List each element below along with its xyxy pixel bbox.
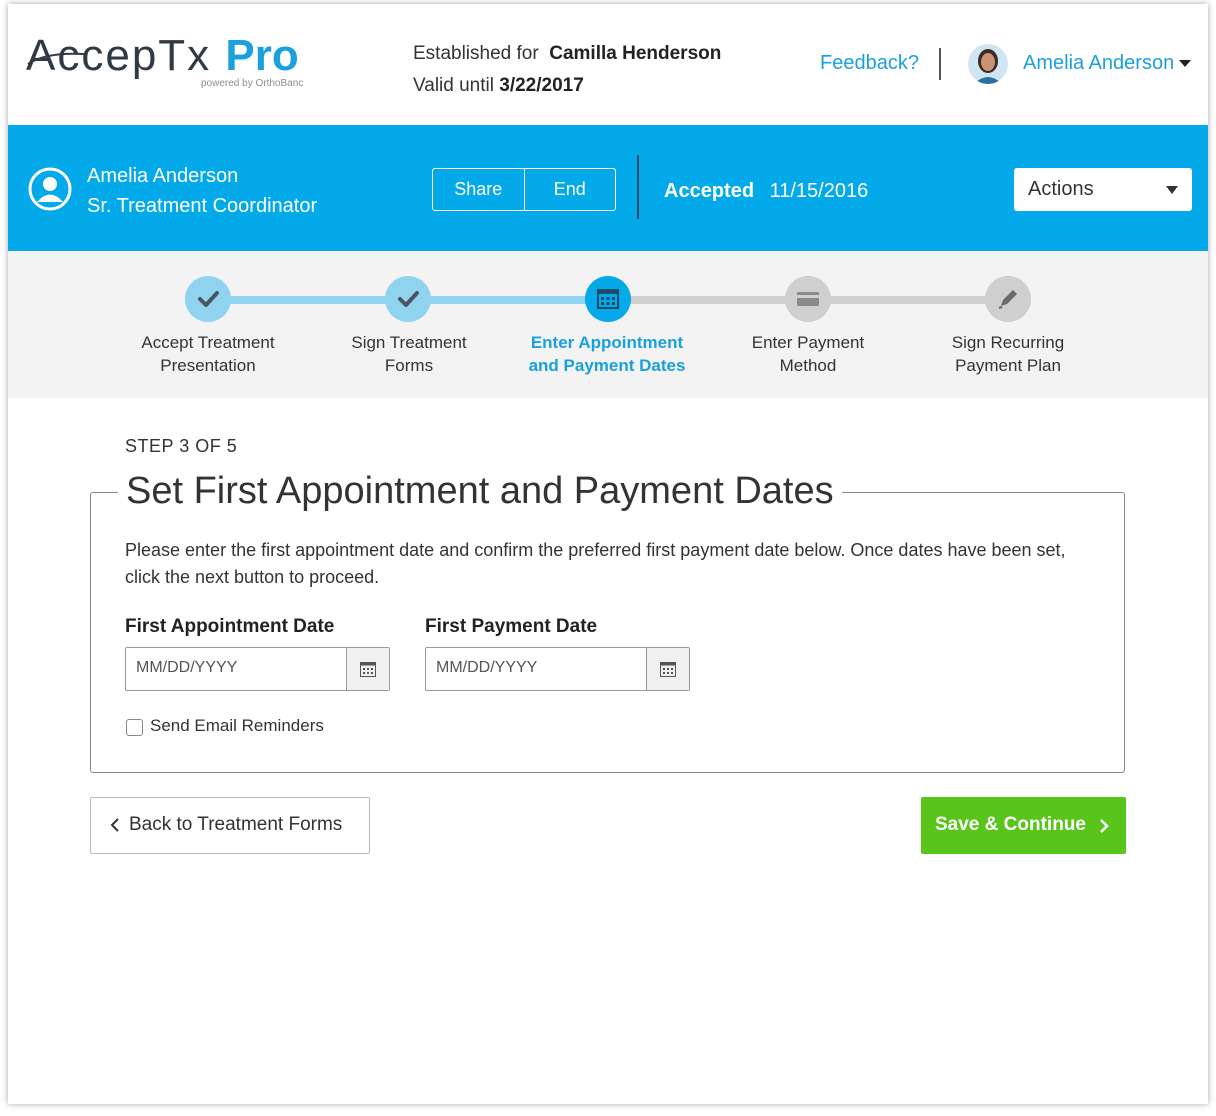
step-3-label[interactable]: Enter Appointment and Payment Dates	[507, 331, 707, 377]
established-label: Established for	[413, 43, 539, 64]
save-continue-button[interactable]: Save & Continue	[921, 797, 1126, 854]
step-5-line2: Payment Plan	[955, 356, 1061, 375]
step-3-indicator[interactable]	[585, 276, 631, 322]
patient-name: Camilla Henderson	[549, 43, 722, 64]
logo-pro: Pro	[225, 31, 299, 80]
appointment-date-input[interactable]	[126, 648, 356, 688]
actions-label: Actions	[1028, 178, 1094, 200]
presentation-bar: Amelia Anderson Sr. Treatment Coordinato…	[8, 125, 1208, 251]
step-4-line2: Method	[779, 356, 837, 375]
avatar[interactable]	[968, 44, 1008, 84]
coordinator-name: Amelia Anderson	[87, 165, 239, 187]
calendar-icon	[660, 662, 676, 677]
payment-date-label: First Payment Date	[425, 616, 598, 637]
bar-divider	[637, 155, 639, 219]
actions-dropdown[interactable]: Actions	[1014, 168, 1192, 211]
step-5-indicator[interactable]	[985, 276, 1031, 322]
step-2-line2: Forms	[384, 356, 434, 375]
back-button[interactable]: Back to Treatment Forms	[90, 797, 370, 854]
calendar-icon	[597, 289, 619, 309]
pen-icon	[998, 290, 1017, 309]
share-end-group: Share End	[432, 168, 616, 211]
payment-calendar-button[interactable]	[646, 648, 689, 690]
end-button[interactable]: End	[525, 169, 616, 210]
user-icon	[28, 167, 72, 211]
feedback-link[interactable]: Feedback?	[820, 52, 919, 75]
step-4-line1: Enter Payment	[751, 333, 865, 352]
back-button-label: Back to Treatment Forms	[129, 814, 343, 835]
step-1-line2: Presentation	[160, 356, 256, 375]
appointment-calendar-button[interactable]	[346, 648, 389, 690]
status-info: Accepted 11/15/2016	[664, 180, 868, 203]
appointment-date-label: First Appointment Date	[125, 616, 335, 637]
instructions-text: Please enter the first appointment date …	[125, 540, 1066, 587]
chevron-down-icon[interactable]	[1179, 60, 1191, 67]
valid-date: 3/22/2017	[499, 75, 584, 96]
step-4-indicator[interactable]	[785, 276, 831, 322]
coordinator-title: Sr. Treatment Coordinator	[87, 195, 318, 217]
page-title: Set First Appointment and Payment Dates	[118, 470, 842, 513]
presentation-info: Established for Camilla Henderson Valid …	[413, 38, 721, 102]
email-reminders-checkbox[interactable]	[126, 719, 143, 736]
app-window: AccepTx Pro powered by OrthoBanc Establi…	[8, 4, 1208, 1104]
share-button[interactable]: Share	[433, 169, 525, 210]
valid-label: Valid until	[413, 75, 494, 96]
status-date: 11/15/2016	[769, 180, 869, 202]
user-menu[interactable]: Amelia Anderson	[1023, 52, 1174, 75]
step-5-line1: Sign Recurring	[951, 333, 1065, 352]
chevron-down-icon	[1166, 186, 1178, 194]
appointment-date-field	[125, 647, 390, 691]
chevron-left-icon	[110, 818, 119, 832]
step-3-line2: and Payment Dates	[528, 356, 686, 375]
top-header: AccepTx Pro powered by OrthoBanc Establi…	[8, 4, 1208, 125]
chevron-right-icon	[1100, 819, 1109, 833]
header-divider	[939, 48, 941, 80]
logo-swoosh-icon	[27, 52, 85, 65]
calendar-icon	[360, 662, 376, 677]
step-4-label[interactable]: Enter Payment Method	[708, 331, 908, 377]
logo-subtitle: powered by OrthoBanc	[201, 78, 304, 89]
step-1-label[interactable]: Accept Treatment Presentation	[108, 331, 308, 377]
progress-stepper: Accept Treatment Presentation Sign Treat…	[8, 251, 1208, 398]
step-1-indicator[interactable]	[185, 276, 231, 322]
app-logo: AccepTx Pro powered by OrthoBanc	[26, 31, 303, 90]
step-3-line1: Enter Appointment	[530, 333, 684, 352]
step-5-label[interactable]: Sign Recurring Payment Plan	[908, 331, 1108, 377]
step-1-line1: Accept Treatment	[141, 333, 275, 352]
check-icon	[198, 291, 219, 307]
check-icon	[398, 291, 419, 307]
credit-card-icon	[797, 292, 819, 306]
step-counter: STEP 3 OF 5	[125, 436, 238, 456]
step-2-indicator[interactable]	[385, 276, 431, 322]
payment-date-field	[425, 647, 690, 691]
save-button-label: Save & Continue	[935, 814, 1086, 835]
status-label: Accepted	[664, 180, 755, 202]
email-reminders-label[interactable]: Send Email Reminders	[150, 716, 324, 736]
payment-date-input[interactable]	[426, 648, 656, 688]
step-2-label[interactable]: Sign Treatment Forms	[309, 331, 509, 377]
step-2-line1: Sign Treatment	[351, 333, 467, 352]
